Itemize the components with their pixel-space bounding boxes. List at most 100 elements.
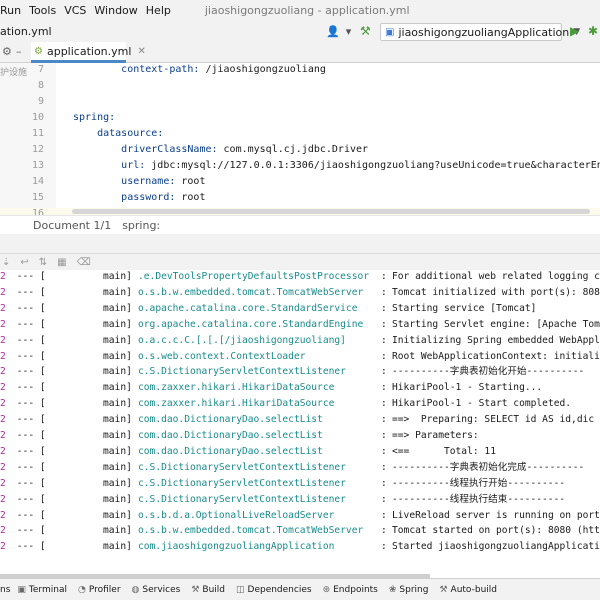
log-thread: main] <box>103 382 132 394</box>
log-logger[interactable]: o.apache.catalina.core.StandardService <box>138 301 358 317</box>
run-config-selector[interactable]: ▣ jiaoshigongzuoliangApplication ▼ <box>380 23 580 41</box>
log-logger[interactable]: c.S.DictionaryServletContextListener <box>138 460 346 476</box>
log-logger[interactable]: o.s.b.w.embedded.tomcat.TomcatWebServer <box>138 523 363 539</box>
code-line: 15 password: root <box>0 192 600 208</box>
tab-application-yml[interactable]: ⚙ application.yml ✕ <box>31 42 146 63</box>
log-logger[interactable]: org.apache.catalina.core.StandardEngine <box>138 317 363 333</box>
menu-help[interactable]: Help <box>142 4 175 17</box>
log-prefix: 2 <box>0 493 6 505</box>
log-logger[interactable]: .e.DevToolsPropertyDefaultsPostProcessor <box>138 269 369 285</box>
log-logger[interactable]: com.dao.DictionaryDao.selectList <box>138 428 323 444</box>
log-logger[interactable]: o.s.b.w.embedded.tomcat.TomcatWebServer <box>138 285 363 301</box>
log-row: 2 --- [main] com.dao.DictionaryDao.select… <box>0 412 600 428</box>
close-icon[interactable]: ✕ <box>137 46 145 57</box>
menu-run[interactable]: Run <box>0 4 25 17</box>
filter-icon[interactable]: ⇅ <box>39 257 47 268</box>
log-message: Tomcat initialized with port(s): 808 <box>392 286 600 298</box>
log-logger[interactable]: c.S.DictionaryServletContextListener <box>138 476 346 492</box>
log-logger[interactable]: o.s.web.context.ContextLoader <box>138 349 306 365</box>
log-message: <== Total: 11 <box>392 445 496 457</box>
log-thread: main] <box>103 493 132 505</box>
document-indicator[interactable]: Document 1/1 <box>33 219 111 232</box>
tool-window-endpoints[interactable]: ⊛ Endpoints <box>323 585 378 595</box>
line-number: 10 <box>32 112 45 123</box>
log-thread: main] <box>103 271 132 282</box>
tool-window-label: Endpoints <box>333 584 378 595</box>
log-prefix: 2 <box>0 318 6 330</box>
log-separator: --- [ <box>11 366 46 378</box>
log-message: ----------字典表初始化开始---------- <box>392 366 585 378</box>
step-icon[interactable]: ⇣ <box>2 257 10 268</box>
window-title: jiaoshigongzuoliang - application.yml <box>204 4 410 17</box>
log-prefix: 2 <box>0 509 6 521</box>
log-logger[interactable]: c.S.DictionaryServletContextListener <box>138 492 346 508</box>
log-thread: main] <box>103 541 132 553</box>
tool-window-services[interactable]: ◍ Services <box>132 585 181 595</box>
log-thread: main] <box>103 398 132 410</box>
menu-tools[interactable]: Tools <box>25 4 60 17</box>
wrap-icon[interactable]: ↩ <box>20 257 28 268</box>
tool-window-profiler[interactable]: ◔ Profiler <box>78 585 121 595</box>
yaml-key: spring <box>73 112 110 123</box>
yaml-key: url <box>121 160 140 171</box>
build-icon: ⚒ <box>191 584 200 595</box>
minimize-icon[interactable]: – <box>16 45 22 58</box>
run-config-label: jiaoshigongzuoliangApplication <box>398 25 570 39</box>
gear-icon[interactable]: ⚙ <box>2 45 12 58</box>
menu-vcs[interactable]: VCS <box>60 4 90 17</box>
toolbar-icons: 👤 ▾ <box>326 21 351 42</box>
tool-window-auto-build[interactable]: ⚒ Auto-build <box>439 585 497 595</box>
log-logger[interactable]: o.a.c.c.C.[.[.[/jiaoshigongzuoliang] <box>138 333 346 349</box>
line-number: 7 <box>37 64 44 75</box>
run-icon[interactable]: ▶ <box>570 24 579 38</box>
horizontal-scrollbar[interactable] <box>72 209 590 214</box>
menu-window[interactable]: Window <box>90 4 141 17</box>
print-icon[interactable]: ▦ <box>57 257 66 268</box>
log-logger[interactable]: com.dao.DictionaryDao.selectList <box>138 444 323 460</box>
line-number: 11 <box>32 128 45 139</box>
line-number: 13 <box>32 160 45 171</box>
tool-window-spring[interactable]: ❀ Spring <box>389 585 429 595</box>
code-text: context-path: /jiaoshigongzuoliang <box>121 64 326 75</box>
code-editor[interactable]: 护设施 7 context-path: /jiaoshigongzuoliang… <box>0 63 600 224</box>
tool-window-label: Terminal <box>28 584 67 595</box>
log-message: ----------线程执行结束---------- <box>392 493 566 505</box>
code-text: spring: <box>73 112 116 123</box>
build-hammer-icon[interactable]: ⚒ <box>360 24 371 38</box>
log-logger[interactable]: com.dao.DictionaryDao.selectList <box>138 412 323 428</box>
log-separator: --- [ <box>11 286 46 298</box>
yaml-value: /jiaoshigongzuoliang <box>199 64 326 75</box>
chevron-down-icon[interactable]: ▾ <box>346 25 352 38</box>
log-separator: --- [ <box>11 271 46 282</box>
clear-icon[interactable]: ⌫ <box>77 257 91 268</box>
yaml-path[interactable]: spring: <box>122 219 160 232</box>
user-icon[interactable]: 👤 <box>326 25 340 38</box>
breadcrumb[interactable]: ation.yml <box>0 25 52 38</box>
log-separator: --- [ <box>11 382 46 394</box>
code-line: 12 driverClassName: com.mysql.cj.jdbc.Dr… <box>0 144 600 160</box>
log-prefix: 2 <box>0 366 6 378</box>
log-logger[interactable]: c.S.DictionaryServletContextListener <box>138 364 346 380</box>
log-logger[interactable]: com.zaxxer.hikari.HikariDataSource <box>138 396 334 412</box>
tab-label: application.yml <box>46 44 132 58</box>
log-logger[interactable]: o.s.b.d.a.OptionalLiveReloadServer <box>138 508 334 524</box>
log-separator: --- [ <box>11 525 46 537</box>
log-logger[interactable]: com.jiaoshigongzuoliangApplication <box>138 539 334 555</box>
code-text: datasource: <box>97 128 164 139</box>
tool-window-ns[interactable]: ns <box>0 585 10 595</box>
tool-window-build[interactable]: ⚒ Build <box>191 585 225 595</box>
log-prefix: 2 <box>0 398 6 410</box>
tool-window-dependencies[interactable]: ◫ Dependencies <box>236 585 312 595</box>
log-row: 2 --- [main] o.a.c.c.C.[.[.[/jiaoshigongz… <box>0 333 600 349</box>
run-console[interactable]: 2 --- [ main] .e.DevToolsPropertyDefaultsP… <box>0 270 600 578</box>
debug-icon[interactable]: ✱ <box>588 24 598 38</box>
menu-bar: Run Tools VCS Window Help jiaoshigongzuo… <box>0 0 600 21</box>
log-prefix: 2 <box>0 302 6 314</box>
log-separator: --- [ <box>11 430 46 441</box>
endpoints-icon: ⊛ <box>322 584 331 595</box>
log-thread: main] <box>103 334 132 346</box>
tool-window-terminal[interactable]: ▣ Terminal <box>17 585 67 595</box>
log-logger[interactable]: com.zaxxer.hikari.HikariDataSource <box>138 380 334 396</box>
log-thread: main] <box>103 477 132 489</box>
log-separator: --- [ <box>11 509 46 521</box>
